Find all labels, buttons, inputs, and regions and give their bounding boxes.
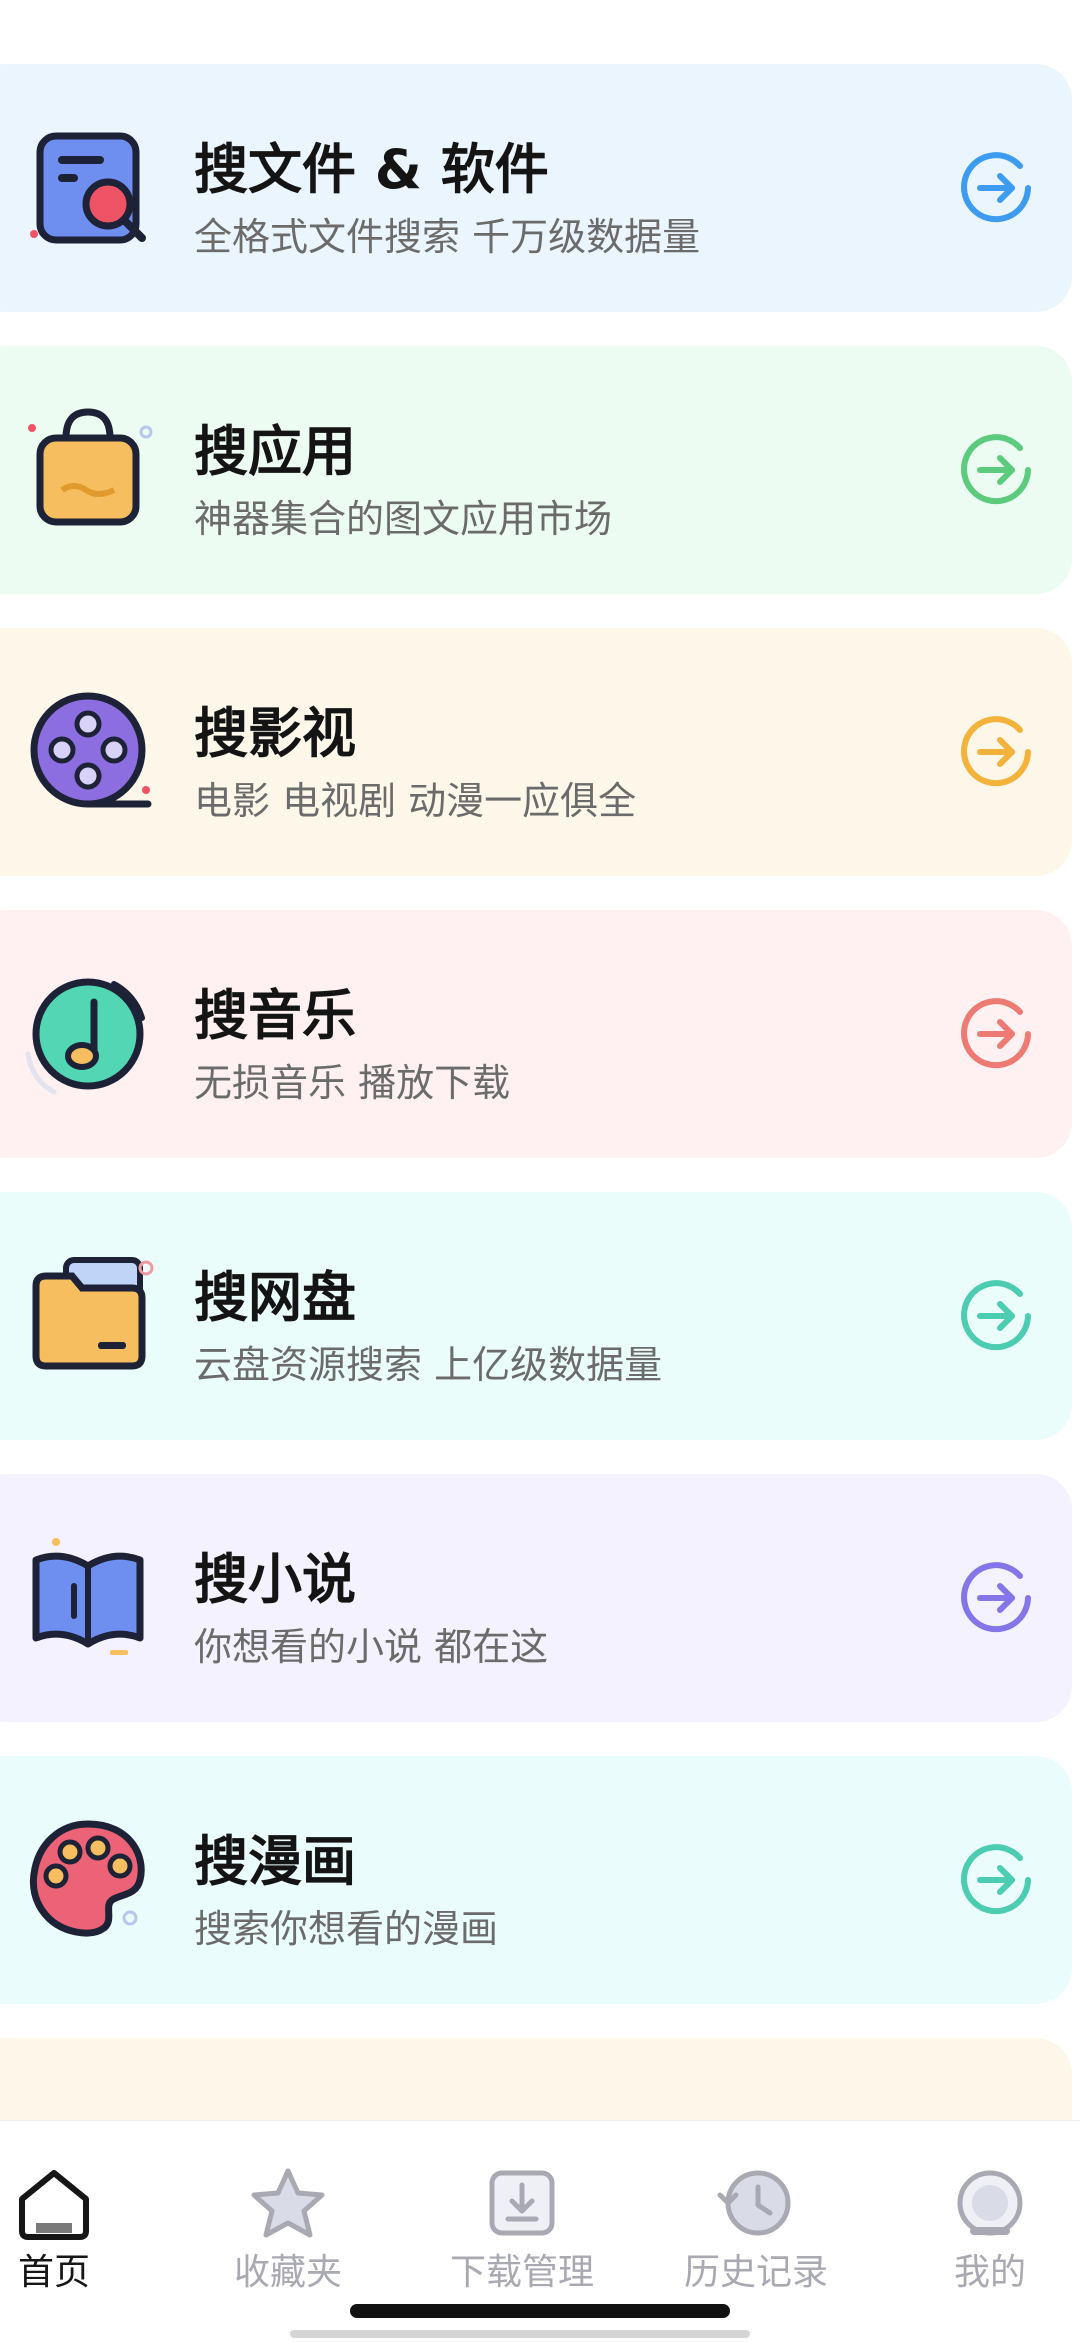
tab-favorites[interactable]: 收藏夹: [180, 2121, 396, 2321]
arrow-circle-right-icon[interactable]: [958, 430, 1038, 510]
home-indicator-track: [290, 2330, 750, 2338]
card-title: 搜音乐: [194, 984, 356, 1047]
card-subtitle: 搜索你想看的漫画: [194, 1907, 499, 1951]
tab-profile[interactable]: 我的: [882, 2121, 1080, 2321]
book-icon: [32, 1538, 144, 1655]
card-title: 搜文件 & 软件: [194, 138, 549, 201]
partial-card-icon: [18, 2090, 158, 2120]
card-search-cloud-drive[interactable]: 搜网盘 云盘资源搜索 上亿级数据量: [0, 1192, 1072, 1440]
arrow-circle-right-icon[interactable]: [958, 712, 1038, 792]
tab-history[interactable]: 历史记录: [648, 2121, 864, 2321]
arrow-circle-right-icon[interactable]: [958, 1840, 1038, 1920]
card-subtitle: 无损音乐 播放下载: [194, 1061, 511, 1105]
film-reel-icon: [30, 692, 152, 808]
star-icon: [251, 2168, 325, 2238]
card-search-novels[interactable]: 搜小说 你想看的小说 都在这: [0, 1474, 1072, 1722]
tab-downloads[interactable]: 下载管理: [414, 2121, 630, 2321]
tab-label: 首页: [17, 2252, 90, 2293]
card-search-files[interactable]: 搜文件 & 软件 全格式文件搜索 千万级数据量: [0, 64, 1072, 312]
profile-icon: [957, 2170, 1023, 2236]
tab-label: 我的: [953, 2252, 1026, 2293]
music-note-icon: [25, 978, 145, 1095]
shopping-bag-icon: [28, 408, 153, 526]
home-icon: [19, 2170, 89, 2240]
tab-label: 下载管理: [449, 2252, 594, 2293]
card-subtitle: 电影 电视剧 动漫一应俱全: [194, 779, 637, 823]
search-category-list: 搜文件 & 软件 全格式文件搜索 千万级数据量 搜应用 神器集合的图文应用市场: [0, 0, 1080, 2120]
folder-icon: [32, 1257, 154, 1370]
card-search-music[interactable]: 搜音乐 无损音乐 播放下载: [0, 910, 1072, 1158]
card-partial[interactable]: [0, 2038, 1072, 2120]
card-title: 搜漫画: [194, 1830, 356, 1893]
card-search-apps[interactable]: 搜应用 神器集合的图文应用市场: [0, 346, 1072, 594]
arrow-circle-right-icon[interactable]: [958, 148, 1038, 228]
card-search-movies[interactable]: 搜影视 电影 电视剧 动漫一应俱全: [0, 628, 1072, 876]
card-subtitle: 云盘资源搜索 上亿级数据量: [194, 1343, 663, 1387]
palette-icon: [29, 1820, 145, 1937]
file-search-icon: [30, 132, 146, 244]
card-subtitle: 全格式文件搜索 千万级数据量: [194, 215, 701, 259]
card-title: 搜小说: [194, 1548, 356, 1611]
download-icon: [489, 2170, 555, 2236]
tab-home[interactable]: 首页: [0, 2121, 162, 2321]
arrow-circle-right-icon[interactable]: [958, 994, 1038, 1074]
card-title: 搜影视: [194, 702, 356, 765]
card-subtitle: 神器集合的图文应用市场: [194, 497, 613, 541]
home-indicator[interactable]: [350, 2304, 730, 2318]
tab-label: 历史记录: [683, 2252, 828, 2293]
history-icon: [717, 2170, 791, 2236]
card-search-comics[interactable]: 搜漫画 搜索你想看的漫画: [0, 1756, 1072, 2004]
tab-label: 收藏夹: [233, 2252, 342, 2293]
card-title: 搜应用: [194, 420, 356, 483]
card-title: 搜网盘: [194, 1266, 356, 1329]
arrow-circle-right-icon[interactable]: [958, 1558, 1038, 1638]
arrow-circle-right-icon[interactable]: [958, 1276, 1038, 1356]
card-subtitle: 你想看的小说 都在这: [194, 1625, 549, 1669]
